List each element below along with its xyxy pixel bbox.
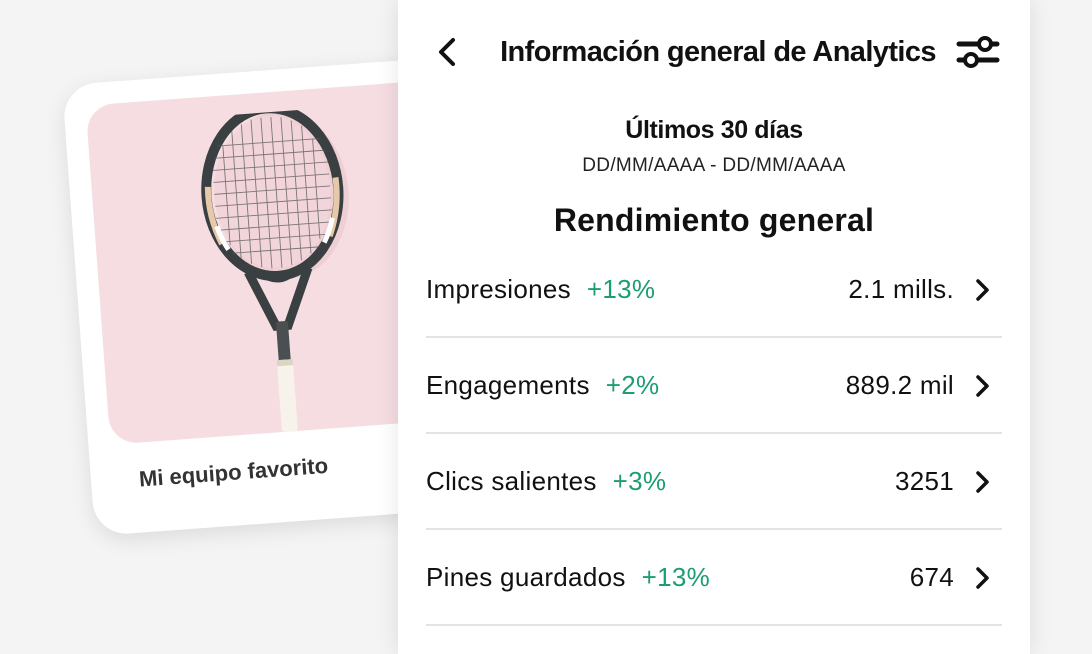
analytics-panel: Información general de Analytics Últimos… xyxy=(398,0,1030,654)
metric-row-engagements[interactable]: Engagements +2% 889.2 mil xyxy=(426,338,1002,434)
pin-title: Mi equipo favorito xyxy=(138,452,329,492)
metric-change: +2% xyxy=(605,370,660,400)
chevron-left-icon xyxy=(439,38,455,66)
metric-label: Pines guardados xyxy=(426,562,626,592)
metric-value: 674 xyxy=(909,562,954,592)
metric-row-pines-guardados[interactable]: Pines guardados +13% 674 xyxy=(426,530,1002,626)
metric-change: +13% xyxy=(641,562,711,592)
metric-label: Clics salientes xyxy=(426,466,597,496)
date-range-dates: DD/MM/AAAA - DD/MM/AAAA xyxy=(582,155,846,176)
metric-row-clics-salientes[interactable]: Clics salientes +3% 3251 xyxy=(426,434,1002,530)
metric-row-impresiones[interactable]: Impresiones +13% 2.1 mills. xyxy=(426,242,1002,338)
section-title: Rendimiento general xyxy=(553,202,875,238)
metric-change: +13% xyxy=(586,274,656,304)
chevron-right-icon xyxy=(976,567,989,589)
chevron-right-icon xyxy=(976,279,989,301)
metrics-list: Impresiones +13% 2.1 mills. Engagements +2… xyxy=(426,242,1002,626)
filter-button[interactable] xyxy=(954,30,1002,74)
metric-value: 889.2 mil xyxy=(845,370,954,400)
page-title: Información general de Analytics xyxy=(500,36,936,68)
date-range-label: Últimos 30 días xyxy=(625,116,803,144)
back-button[interactable] xyxy=(432,32,462,72)
metric-value: 3251 xyxy=(894,466,954,496)
chevron-right-icon xyxy=(976,375,989,397)
metric-value: 2.1 mills. xyxy=(848,274,954,304)
metric-change: +3% xyxy=(612,466,667,496)
tennis-racket-image xyxy=(201,105,349,432)
chevron-right-icon xyxy=(976,471,989,493)
metric-label: Impresiones xyxy=(426,274,571,304)
sliders-icon xyxy=(956,36,1000,68)
metric-label: Engagements xyxy=(426,370,590,400)
